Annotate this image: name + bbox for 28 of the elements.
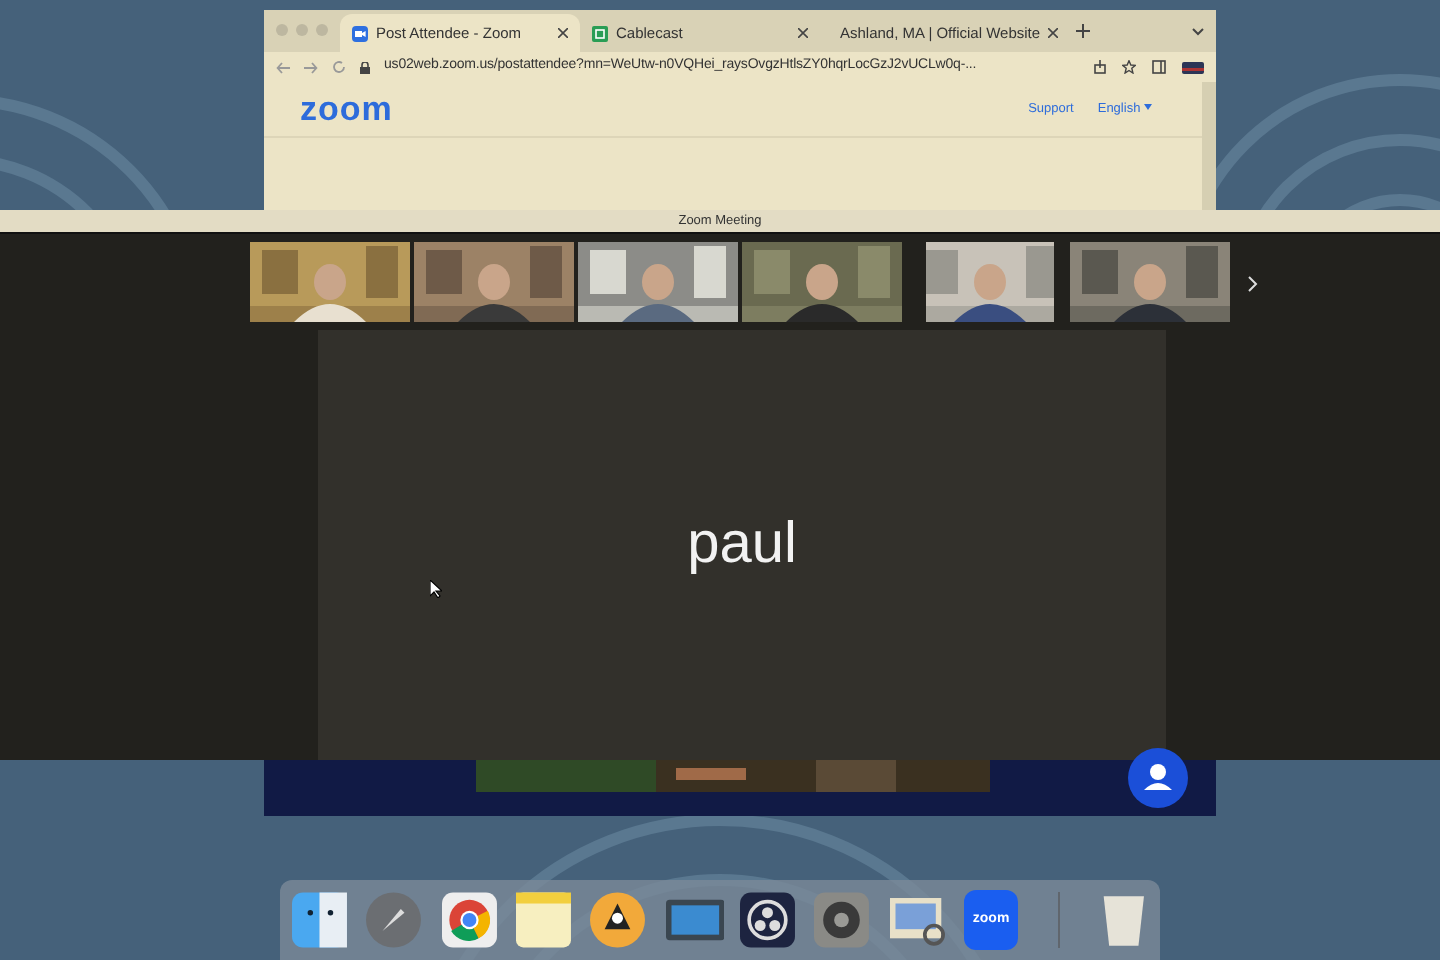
notes-icon[interactable]: [515, 890, 575, 950]
obs-icon[interactable]: [739, 890, 799, 950]
forward-icon[interactable]: [304, 61, 318, 73]
close-icon[interactable]: [798, 28, 808, 38]
chevron-down-icon[interactable]: [1192, 27, 1204, 35]
cursor-icon: [430, 580, 442, 598]
sidebar-icon[interactable]: [1152, 60, 1166, 74]
trash-icon[interactable]: [1100, 890, 1149, 950]
close-icon[interactable]: [1048, 28, 1059, 38]
scrollbar[interactable]: [1202, 82, 1216, 210]
star-icon[interactable]: [1122, 60, 1136, 74]
chevron-right-icon[interactable]: [1248, 276, 1258, 292]
new-tab-icon[interactable]: [1076, 24, 1090, 38]
share-icon[interactable]: [1094, 60, 1106, 74]
reload-icon[interactable]: [332, 60, 346, 74]
spreadsheet-icon: [592, 25, 608, 41]
zoom-logo: zoom: [300, 92, 393, 126]
gear-icon[interactable]: [814, 890, 873, 950]
video-camera-icon: [352, 25, 368, 41]
support-chat-icon[interactable]: [1128, 748, 1188, 808]
caret-icon[interactable]: [1144, 104, 1152, 111]
chrome-icon[interactable]: [441, 890, 500, 950]
finder-icon[interactable]: [292, 890, 351, 950]
lock-icon: [360, 61, 370, 73]
close-icon[interactable]: [558, 28, 568, 38]
profile-flag-icon[interactable]: [1182, 61, 1204, 73]
back-icon[interactable]: [276, 61, 290, 73]
speaker-name: paul: [687, 509, 797, 580]
